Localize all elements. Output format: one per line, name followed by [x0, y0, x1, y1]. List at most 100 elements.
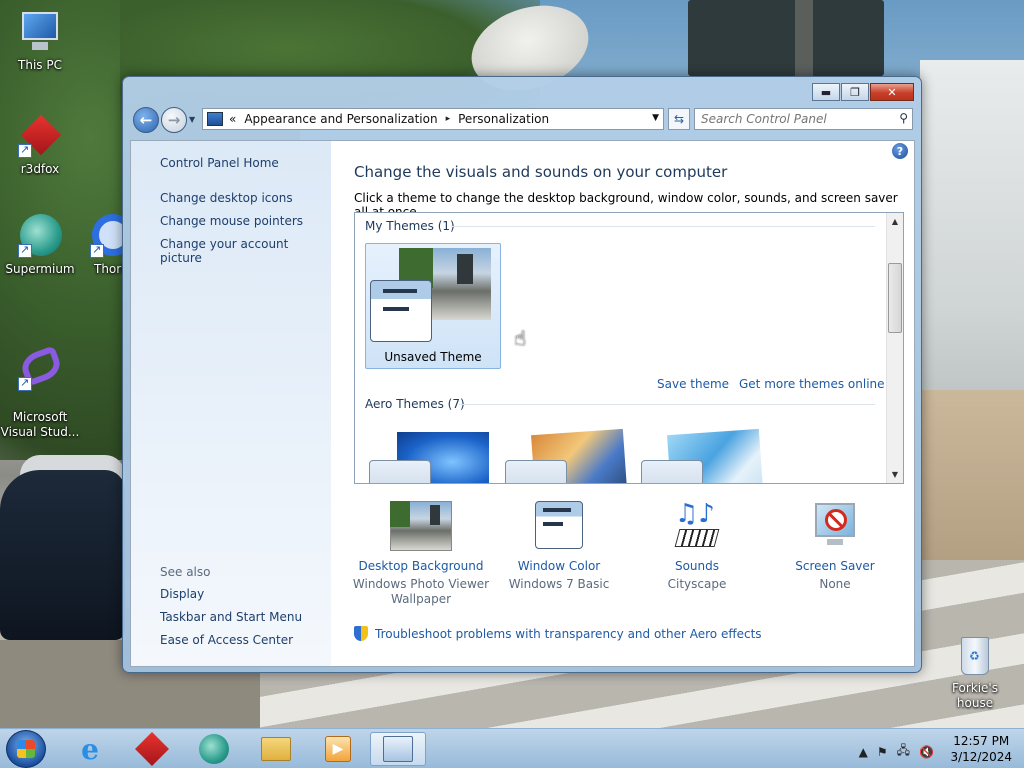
get-more-themes-link[interactable]: Get more themes online — [739, 377, 885, 391]
breadcrumb-appearance[interactable]: Appearance and Personalization — [244, 112, 437, 126]
shortcut-arrow-icon — [18, 375, 32, 391]
desktop-icon-label: r3dfox — [20, 162, 60, 176]
minimize-button[interactable]: ▬ — [812, 83, 840, 101]
control-panel-icon — [207, 112, 223, 126]
search-icon[interactable]: ⚲ — [899, 111, 908, 125]
thorium-icon — [90, 214, 124, 258]
desktop-background-icon — [390, 501, 452, 551]
help-button[interactable]: ? — [892, 143, 908, 159]
address-bar[interactable]: « Appearance and Personalization ▸ Perso… — [202, 108, 664, 130]
desktop-background-title[interactable]: Desktop Background — [346, 559, 496, 573]
computer-icon — [18, 10, 62, 54]
group-divider — [459, 404, 875, 405]
r3dfox-icon — [135, 732, 169, 766]
desktop-icon-thorium[interactable]: Thori — [80, 214, 124, 277]
windows-logo-icon — [17, 740, 35, 758]
sidebar-link-display[interactable]: Display — [160, 587, 204, 601]
action-center-flag-icon[interactable]: ⚑ — [877, 745, 888, 759]
sounds-icon: ♫♪ — [671, 501, 723, 551]
troubleshoot-aero-link[interactable]: Troubleshoot problems with transparency … — [354, 626, 762, 641]
group-divider — [451, 226, 875, 227]
breadcrumb-overflow[interactable]: « — [229, 112, 236, 126]
window-controls: ▬ ❐ ✕ — [812, 83, 914, 101]
taskbar-r3dfox[interactable] — [124, 732, 180, 766]
chevron-down-icon: ▼ — [189, 115, 196, 124]
sidebar-link-control-panel-home[interactable]: Control Panel Home — [160, 156, 279, 170]
theme-architecture[interactable] — [503, 428, 627, 483]
recent-pages-dropdown[interactable]: ▼ — [189, 115, 195, 124]
close-icon: ✕ — [887, 85, 897, 99]
back-button[interactable]: ← — [133, 107, 159, 133]
main-panel: ? Change the visuals and sounds on your … — [331, 141, 914, 666]
sidebar-link-mouse-pointers[interactable]: Change mouse pointers — [160, 214, 303, 228]
troubleshoot-aero-label: Troubleshoot problems with transparency … — [375, 626, 762, 641]
shortcut-arrow-icon — [18, 242, 32, 258]
volume-muted-icon[interactable]: 🔇 — [919, 745, 934, 759]
visual-studio-icon — [18, 345, 64, 391]
theme-thumbnail-window — [370, 280, 432, 342]
search-box[interactable]: ⚲ — [694, 108, 913, 130]
wallpaper-car-dark — [0, 470, 125, 640]
breadcrumb-separator-icon[interactable]: ▸ — [446, 114, 451, 124]
theme-windows-7[interactable] — [367, 428, 491, 483]
minimize-icon: ▬ — [820, 85, 832, 99]
scroll-thumb[interactable] — [888, 263, 902, 333]
show-hidden-icons-button[interactable]: ▲ — [859, 745, 868, 759]
shortcut-arrow-icon — [90, 242, 104, 258]
desktop-icon-visual-studio[interactable]: Microsoft Visual Stud... — [0, 332, 80, 440]
breadcrumb-personalization[interactable]: Personalization — [458, 112, 549, 126]
scroll-up-arrow-icon[interactable]: ▲ — [887, 213, 903, 230]
taskbar-control-panel[interactable] — [370, 732, 426, 766]
forward-button[interactable]: → — [161, 107, 187, 133]
taskbar-media-player[interactable]: ▶ — [310, 732, 366, 766]
supermium-icon — [199, 734, 229, 764]
screen-saver-setting[interactable]: Screen Saver None — [760, 501, 910, 592]
sidebar-link-desktop-icons[interactable]: Change desktop icons — [160, 191, 293, 205]
desktop-icon-this-pc[interactable]: This PC — [0, 10, 80, 73]
window-titlebar[interactable]: ▬ ❐ ✕ — [123, 77, 921, 107]
save-theme-link[interactable]: Save theme — [657, 377, 729, 391]
sounds-title[interactable]: Sounds — [622, 559, 772, 573]
desktop-icon-recycle-bin[interactable]: ♻ Forkie's house — [935, 633, 1015, 711]
taskbar-internet-explorer[interactable]: e — [62, 732, 118, 766]
desktop-icon-label: Supermium — [5, 262, 75, 276]
window-color-setting[interactable]: Window Color Windows 7 Basic — [484, 501, 634, 592]
theme-unsaved[interactable]: Unsaved Theme — [365, 243, 501, 369]
maximize-icon: ❐ — [850, 85, 860, 99]
desktop-icon-r3dfox[interactable]: r3dfox — [0, 114, 80, 177]
maximize-button[interactable]: ❐ — [841, 83, 869, 101]
control-panel-icon — [383, 736, 413, 762]
refresh-button[interactable]: ⇆ — [668, 108, 690, 130]
close-button[interactable]: ✕ — [870, 83, 914, 101]
start-button[interactable] — [6, 730, 46, 768]
search-input[interactable] — [695, 109, 885, 129]
aero-themes-heading: Aero Themes (7) — [365, 397, 465, 411]
network-icon[interactable]: 🖧 — [897, 741, 910, 762]
internet-explorer-icon: e — [81, 732, 99, 766]
desktop-icon-supermium[interactable]: Supermium — [0, 214, 80, 277]
sounds-setting[interactable]: ♫♪ Sounds Cityscape — [622, 501, 772, 592]
theme-thumbnail-window — [641, 460, 703, 483]
navigation-bar: ← → ▼ « Appearance and Personalization ▸… — [131, 105, 913, 135]
taskbar-file-explorer[interactable] — [248, 732, 304, 766]
address-dropdown-icon[interactable]: ▼ — [652, 113, 659, 123]
sidebar-link-ease-of-access[interactable]: Ease of Access Center — [160, 633, 293, 647]
theme-list-scrollbar[interactable]: ▲ ▼ — [886, 213, 903, 483]
refresh-icon: ⇆ — [673, 112, 685, 126]
help-icon: ? — [896, 144, 904, 158]
theme-characters[interactable] — [639, 428, 763, 483]
theme-thumbnail-window — [369, 460, 431, 483]
hand-cursor-icon: ☝ — [514, 326, 527, 350]
taskbar-supermium[interactable] — [186, 732, 242, 766]
sidebar-link-taskbar[interactable]: Taskbar and Start Menu — [160, 610, 302, 624]
window-color-title[interactable]: Window Color — [484, 559, 634, 573]
scroll-down-arrow-icon[interactable]: ▼ — [887, 466, 903, 483]
screen-saver-title[interactable]: Screen Saver — [760, 559, 910, 573]
clock-time: 12:57 PM — [953, 734, 1010, 748]
theme-label: Unsaved Theme — [384, 350, 482, 364]
sidebar-link-account-picture[interactable]: Change your account picture — [160, 237, 331, 265]
system-clock[interactable]: 12:57 PM 3/12/2024 — [950, 733, 1012, 765]
arrow-right-icon: → — [167, 111, 181, 129]
desktop-background-setting[interactable]: Desktop Background Windows Photo Viewer … — [346, 501, 496, 607]
theme-thumbnail-window — [505, 460, 567, 483]
